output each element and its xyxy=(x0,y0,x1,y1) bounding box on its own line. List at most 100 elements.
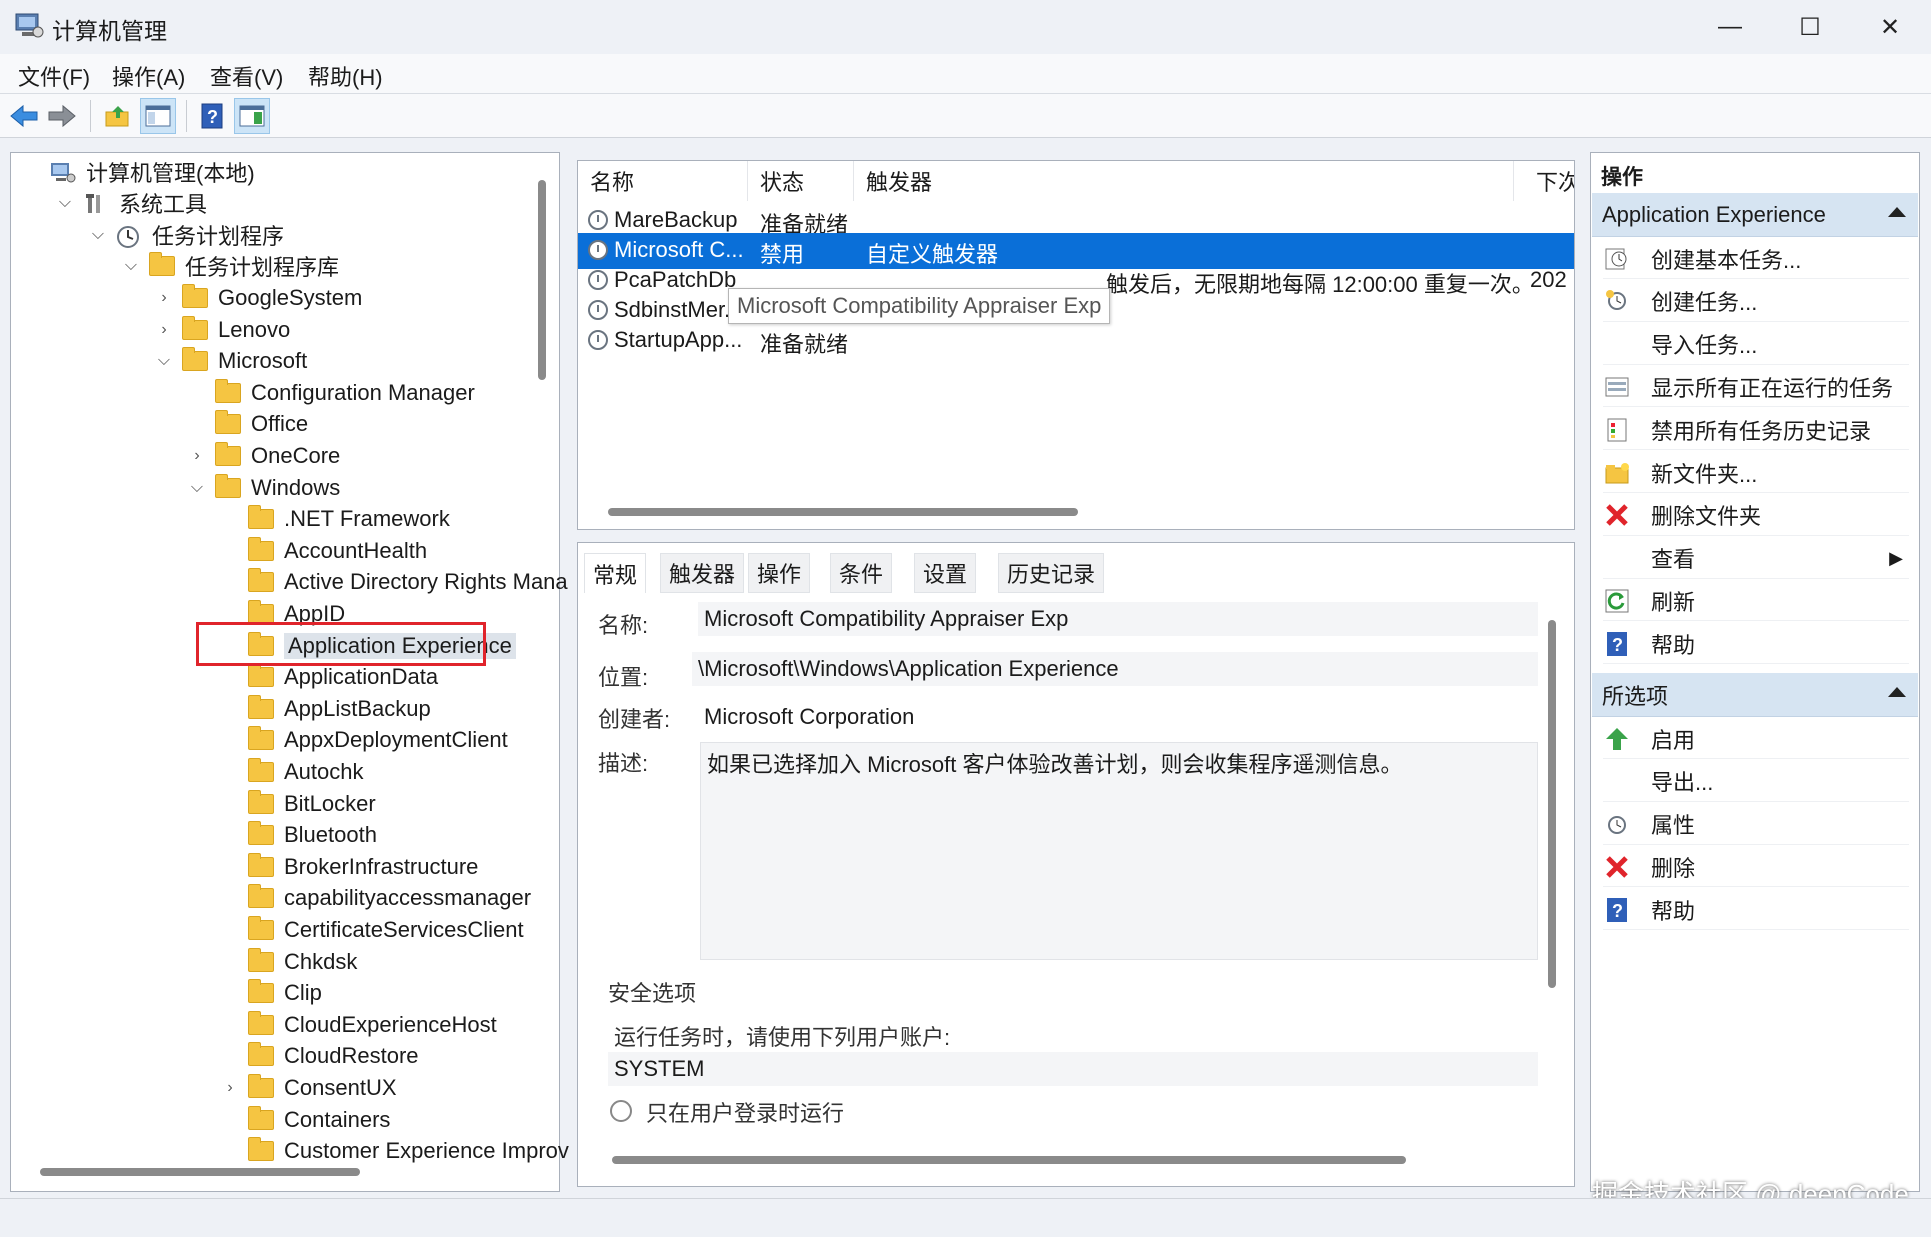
action-item[interactable]: 显示所有正在运行的任务 xyxy=(1603,367,1909,408)
column-header-trigger[interactable]: 触发器 xyxy=(854,161,1514,201)
action-item[interactable]: 禁用所有任务历史记录 xyxy=(1603,410,1909,451)
chevron-down-icon[interactable]: ⌵ xyxy=(154,352,174,370)
details-vertical-scrollbar[interactable] xyxy=(1548,620,1556,988)
selected-item-section-header[interactable]: 所选项 xyxy=(1592,673,1918,717)
back-icon[interactable] xyxy=(6,98,42,134)
tree-item[interactable]: › GoogleSystem xyxy=(154,282,362,313)
column-header-name[interactable]: 名称 xyxy=(578,161,748,201)
name-field[interactable]: Microsoft Compatibility Appraiser Exp xyxy=(698,602,1538,636)
action-item[interactable]: 删除文件夹 xyxy=(1603,496,1909,536)
tree-item[interactable]: Autochk xyxy=(220,756,364,787)
task-clock-icon xyxy=(588,210,608,230)
tree-item[interactable]: Containers xyxy=(220,1104,390,1135)
tree-item[interactable]: ⌵ 任务计划程序 xyxy=(88,219,284,250)
action-item[interactable]: 创建任务... xyxy=(1603,282,1909,322)
details-horizontal-scrollbar[interactable] xyxy=(612,1156,1406,1164)
tree-item[interactable]: ApplicationData xyxy=(220,662,438,693)
tree-vertical-scrollbar[interactable] xyxy=(538,180,546,380)
folder-icon xyxy=(248,663,274,688)
up-folder-icon[interactable] xyxy=(100,98,136,134)
show-action-pane-icon[interactable] xyxy=(234,98,270,134)
tree-item[interactable]: AppxDeploymentClient xyxy=(220,725,508,756)
action-item[interactable]: 查看 ▶ xyxy=(1603,539,1909,579)
tree-item[interactable]: 计算机管理(本地) xyxy=(22,156,255,187)
menu-view[interactable]: 查看(V) xyxy=(210,60,283,92)
author-field[interactable]: Microsoft Corporation xyxy=(698,700,1538,734)
tree-item[interactable]: Clip xyxy=(220,978,322,1009)
action-item[interactable]: 属性 xyxy=(1603,805,1909,845)
chevron-right-icon[interactable]: › xyxy=(154,289,174,307)
action-item[interactable]: ? 帮助 xyxy=(1603,624,1909,665)
action-item[interactable]: 刷新 xyxy=(1603,581,1909,622)
menu-help[interactable]: 帮助(H) xyxy=(308,60,383,92)
collapse-icon[interactable] xyxy=(1888,687,1906,697)
task-name-cell: SdbinstMer... xyxy=(588,297,746,323)
location-field[interactable]: \Microsoft\Windows\Application Experienc… xyxy=(692,652,1538,686)
task-list[interactable]: 名称 状态 触发器 下次 MareBackup 准备就绪 Microsoft C..… xyxy=(577,160,1575,530)
action-item[interactable]: 新文件夹... xyxy=(1603,453,1909,493)
collapse-icon[interactable] xyxy=(1888,207,1906,217)
action-item[interactable]: 删除 xyxy=(1603,847,1909,888)
close-button[interactable]: ✕ xyxy=(1850,0,1930,54)
tree-horizontal-scrollbar[interactable] xyxy=(40,1168,360,1176)
run-as-user-field[interactable]: SYSTEM xyxy=(608,1052,1538,1086)
tree-item[interactable]: ⌵ 任务计划程序库 xyxy=(121,251,339,282)
chevron-down-icon[interactable]: ⌵ xyxy=(187,479,207,497)
action-item[interactable]: 创建基本任务... xyxy=(1603,239,1909,279)
chevron-right-icon[interactable]: › xyxy=(220,1079,240,1097)
task-row[interactable]: StartupApp... 准备就绪 xyxy=(578,323,1574,359)
description-field[interactable]: 如果已选择加入 Microsoft 客户体验改善计划，则会收集程序遥测信息。 xyxy=(700,742,1538,960)
tree-item[interactable]: Chkdsk xyxy=(220,946,357,977)
tree-item-label: Active Directory Rights Mana xyxy=(284,569,568,595)
tree-item[interactable]: BrokerInfrastructure xyxy=(220,851,478,882)
tree-item[interactable]: BitLocker xyxy=(220,788,376,819)
action-item[interactable]: ? 帮助 xyxy=(1603,890,1909,931)
tab-settings[interactable]: 设置 xyxy=(914,553,977,593)
tree-item[interactable]: Bluetooth xyxy=(220,820,377,851)
action-item[interactable]: 导出... xyxy=(1603,762,1909,802)
tree-item[interactable]: .NET Framework xyxy=(220,504,450,535)
column-header-next-run[interactable]: 下次 xyxy=(1524,161,1574,201)
properties-icon xyxy=(1603,810,1631,838)
tree-item[interactable]: CertificateServicesClient xyxy=(220,914,524,945)
tab-triggers[interactable]: 触发器 xyxy=(660,553,745,593)
action-item[interactable]: 导入任务... xyxy=(1603,325,1909,365)
help-icon[interactable]: ? xyxy=(194,98,230,134)
tree-item[interactable]: CloudRestore xyxy=(220,1041,419,1072)
tree-item[interactable]: CloudExperienceHost xyxy=(220,1009,497,1040)
tree-item[interactable]: AccountHealth xyxy=(220,535,427,566)
task-list-horizontal-scrollbar[interactable] xyxy=(608,508,1078,516)
menu-action[interactable]: 操作(A) xyxy=(112,60,185,92)
tree-item[interactable]: › ConsentUX xyxy=(220,1072,397,1103)
tree-item[interactable]: Configuration Manager xyxy=(187,377,475,408)
maximize-button[interactable]: ☐ xyxy=(1770,0,1850,54)
column-header-status[interactable]: 状态 xyxy=(748,161,854,201)
tree-item[interactable]: › OneCore xyxy=(187,440,340,471)
tree-item[interactable]: Active Directory Rights Mana xyxy=(220,567,568,598)
chevron-right-icon[interactable]: › xyxy=(154,321,174,339)
tab-general[interactable]: 常规 xyxy=(584,553,647,593)
tree-item[interactable]: Office xyxy=(187,409,308,440)
tree-item[interactable]: ⌵ 系统工具 xyxy=(55,188,207,219)
minimize-button[interactable]: — xyxy=(1690,0,1770,54)
chevron-down-icon[interactable]: ⌵ xyxy=(88,226,108,244)
chevron-down-icon[interactable]: ⌵ xyxy=(121,257,141,275)
actions-section-header[interactable]: Application Experience xyxy=(1592,193,1918,237)
tab-history[interactable]: 历史记录 xyxy=(998,553,1105,593)
run-only-when-logged-on-radio[interactable] xyxy=(610,1100,632,1122)
tree-item[interactable]: capabilityaccessmanager xyxy=(220,883,531,914)
forward-icon[interactable] xyxy=(44,98,80,134)
tab-conditions[interactable]: 条件 xyxy=(830,553,893,593)
show-tree-icon[interactable] xyxy=(140,98,176,134)
folder-icon xyxy=(248,947,274,972)
tree-item[interactable]: › Lenovo xyxy=(154,314,290,345)
tree-item[interactable]: Customer Experience Improv xyxy=(220,1136,569,1167)
tree-item[interactable]: ⌵ Windows xyxy=(187,472,340,503)
tree-item[interactable]: ⌵ Microsoft xyxy=(154,346,307,377)
chevron-right-icon[interactable]: › xyxy=(187,447,207,465)
action-item[interactable]: 启用 xyxy=(1603,719,1909,759)
tree-item[interactable]: AppListBackup xyxy=(220,693,431,724)
tab-actions[interactable]: 操作 xyxy=(748,553,811,593)
chevron-down-icon[interactable]: ⌵ xyxy=(55,194,75,212)
menu-file[interactable]: 文件(F) xyxy=(18,60,90,92)
